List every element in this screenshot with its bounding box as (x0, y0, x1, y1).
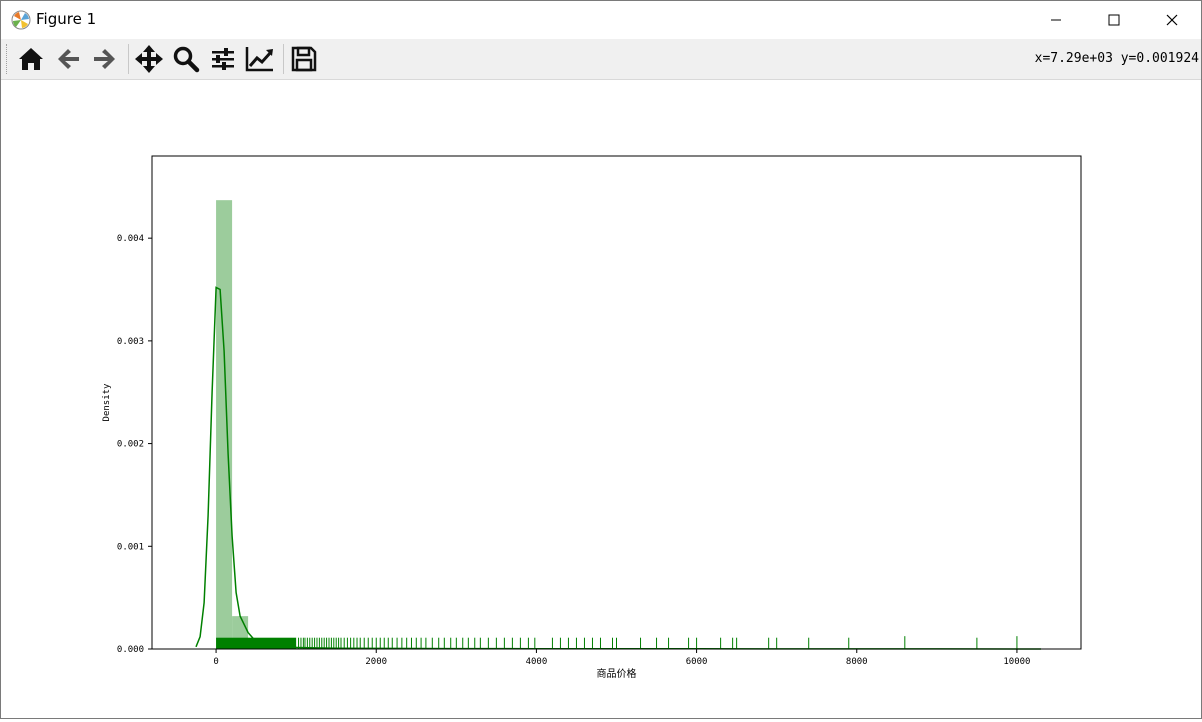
y-tick-label: 0.001 (117, 542, 144, 552)
save-button[interactable] (287, 42, 321, 76)
back-button[interactable] (51, 42, 85, 76)
x-axis-label: 商品价格 (597, 667, 637, 680)
pan-button[interactable] (132, 42, 166, 76)
y-tick-label: 0.003 (117, 337, 144, 347)
y-tick-label: 0.002 (117, 440, 144, 450)
sliders-icon (209, 45, 237, 73)
figure-canvas[interactable]: 0 2000 4000 6000 8000 10000 0.000 0.001 0.002 0.0… (1, 80, 1201, 718)
floppy-icon (290, 45, 318, 73)
y-tick-label: 0.004 (117, 234, 144, 244)
window-title: Figure 1 (36, 10, 96, 28)
axes-frame (152, 156, 1081, 649)
x-tick-label: 0 (213, 657, 218, 667)
arrow-left-icon (54, 45, 82, 73)
zoom-button[interactable] (169, 42, 203, 76)
home-button[interactable] (14, 42, 48, 76)
move-icon (134, 44, 164, 74)
figure-window: Figure 1 (0, 0, 1202, 719)
x-tick-label: 6000 (686, 657, 708, 667)
x-tick-label: 2000 (365, 657, 387, 667)
y-tick-label: 0.000 (117, 645, 144, 655)
navigation-toolbar: x=7.29e+03 y=0.001924 (1, 39, 1201, 80)
close-icon (1166, 14, 1178, 26)
histogram-bar (216, 200, 232, 649)
y-axis-label: Density (102, 383, 112, 422)
axes-button[interactable] (243, 42, 277, 76)
arrow-right-icon (91, 45, 119, 73)
plot-area[interactable]: 0 2000 4000 6000 8000 10000 0.000 0.001 0.002 0.0… (1, 80, 1201, 718)
minimize-icon (1050, 14, 1062, 26)
x-tick-label: 8000 (846, 657, 868, 667)
close-button[interactable] (1143, 1, 1201, 39)
subplots-button[interactable] (206, 42, 240, 76)
toolbar-grip (6, 44, 9, 74)
toolbar-separator (128, 44, 129, 74)
home-icon (17, 45, 45, 73)
matplotlib-logo-icon (11, 10, 31, 30)
toolbar-separator (283, 44, 284, 74)
x-tick-label: 4000 (526, 657, 548, 667)
magnifier-icon (172, 45, 200, 73)
x-tick-label: 10000 (1003, 657, 1030, 667)
minimize-button[interactable] (1027, 1, 1085, 39)
title-bar[interactable]: Figure 1 (1, 1, 1201, 39)
kde-line (196, 288, 1041, 650)
line-chart-icon (245, 45, 275, 73)
forward-button[interactable] (88, 42, 122, 76)
cursor-coordinates: x=7.29e+03 y=0.001924 (1035, 51, 1199, 66)
maximize-icon (1108, 14, 1120, 26)
maximize-button[interactable] (1085, 1, 1143, 39)
